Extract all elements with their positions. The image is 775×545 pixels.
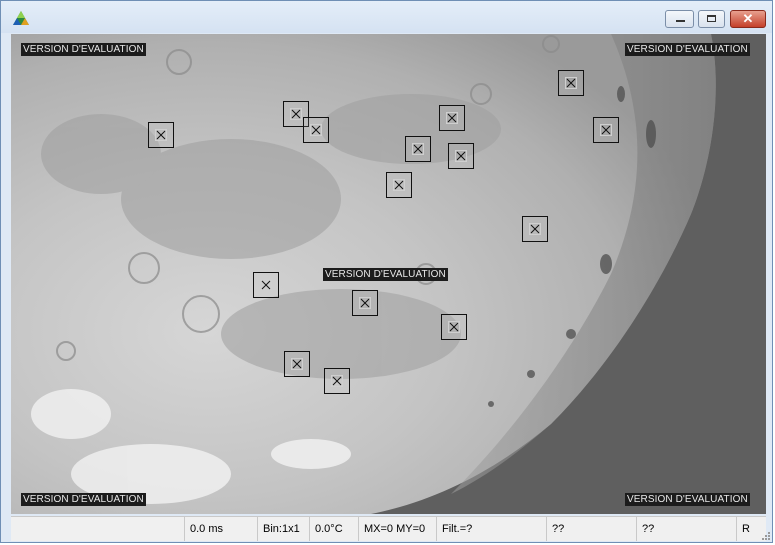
star-marker[interactable] xyxy=(522,216,548,242)
star-marker[interactable] xyxy=(148,122,174,148)
maximize-button[interactable] xyxy=(698,10,725,28)
star-marker[interactable] xyxy=(439,105,465,131)
crosshair-icon xyxy=(449,322,459,332)
star-marker[interactable] xyxy=(405,136,431,162)
evaluation-watermark: VERSION D'EVALUATION xyxy=(21,493,146,506)
star-marker[interactable] xyxy=(253,272,279,298)
star-marker[interactable] xyxy=(558,70,584,96)
filter-status: Filt.=? xyxy=(436,517,546,541)
crosshair-icon xyxy=(601,125,611,135)
evaluation-watermark: VERSION D'EVALUATION xyxy=(21,43,146,56)
close-icon: ✕ xyxy=(742,11,754,26)
status-field-empty xyxy=(11,517,184,541)
crosshair-icon xyxy=(530,224,540,234)
minimize-icon xyxy=(676,20,685,22)
crosshair-icon xyxy=(292,359,302,369)
star-marker[interactable] xyxy=(386,172,412,198)
star-marker[interactable] xyxy=(303,117,329,143)
mirror-settings: MX=0 MY=0 xyxy=(358,517,436,541)
camera-image-viewport[interactable]: VERSION D'EVALUATION VERSION D'EVALUATIO… xyxy=(11,34,766,514)
crosshair-icon xyxy=(311,125,321,135)
close-button[interactable]: ✕ xyxy=(730,10,766,28)
minimize-button[interactable] xyxy=(665,10,694,28)
status-bar: 0.0 ms Bin:1x1 0.0°C MX=0 MY=0 Filt.=? ?… xyxy=(11,516,766,541)
sensor-temperature: 0.0°C xyxy=(309,517,358,541)
status-field-unknown-2: ?? xyxy=(636,517,736,541)
triangle-app-icon[interactable] xyxy=(12,10,30,26)
crosshair-icon xyxy=(156,130,166,140)
crosshair-icon xyxy=(413,144,423,154)
exposure-time: 0.0 ms xyxy=(184,517,257,541)
evaluation-watermark: VERSION D'EVALUATION xyxy=(323,268,448,281)
crosshair-icon xyxy=(456,151,466,161)
crosshair-icon xyxy=(332,376,342,386)
star-marker[interactable] xyxy=(352,290,378,316)
maximize-icon xyxy=(707,15,716,22)
application-window: ✕ VERSION D'EVALUATION VERSION D'EVALUAT… xyxy=(0,0,773,543)
crosshair-icon xyxy=(360,298,370,308)
crosshair-icon xyxy=(394,180,404,190)
star-marker[interactable] xyxy=(441,314,467,340)
crosshair-icon xyxy=(447,113,457,123)
resize-grip-icon[interactable] xyxy=(761,531,771,541)
star-marker[interactable] xyxy=(324,368,350,394)
evaluation-watermark: VERSION D'EVALUATION xyxy=(625,43,750,56)
title-bar[interactable]: ✕ xyxy=(1,1,772,33)
status-field-unknown-1: ?? xyxy=(546,517,636,541)
crosshair-icon xyxy=(566,78,576,88)
star-marker[interactable] xyxy=(284,351,310,377)
star-marker[interactable] xyxy=(593,117,619,143)
evaluation-watermark: VERSION D'EVALUATION xyxy=(625,493,750,506)
star-marker[interactable] xyxy=(448,143,474,169)
binning-mode: Bin:1x1 xyxy=(257,517,309,541)
crosshair-icon xyxy=(261,280,271,290)
